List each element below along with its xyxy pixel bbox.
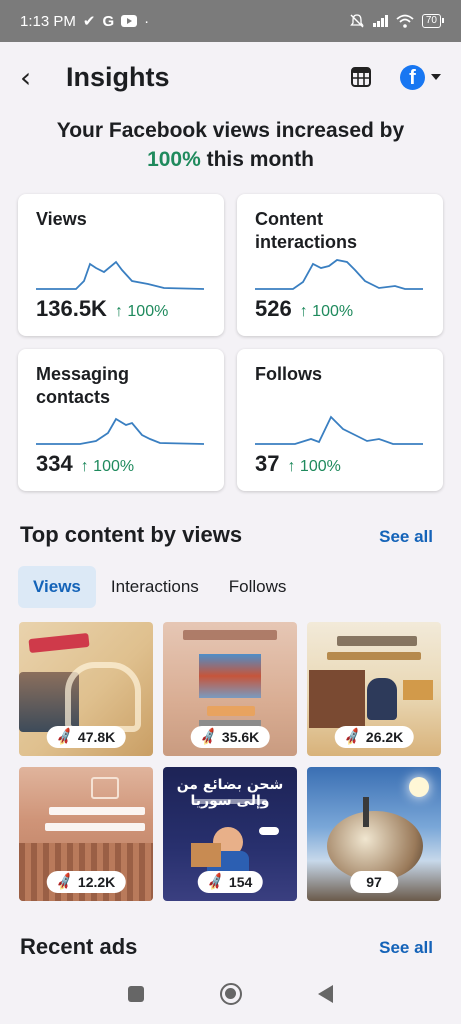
recent-ads-title: Recent ads xyxy=(20,934,138,959)
content-thumbnail[interactable]: 🚀 12.2K xyxy=(19,767,153,901)
content-interactions-value: 526 xyxy=(255,296,292,321)
signal-icon xyxy=(372,15,388,27)
battery-icon: 70 xyxy=(421,14,445,28)
notification-dot: · xyxy=(144,12,150,30)
content-thumbnail[interactable]: 🚀 26.2K xyxy=(307,622,441,756)
app-bar: ‹ Insights f xyxy=(0,42,461,112)
card-label: Messaging contacts xyxy=(36,364,130,407)
follows-card[interactable]: Follows 37 ↑ 100% xyxy=(237,349,443,491)
back-arrow-icon[interactable]: ‹ xyxy=(20,61,50,94)
rocket-icon: 🚀 xyxy=(205,871,226,892)
card-label: Follows xyxy=(255,364,322,384)
tab-follows[interactable]: Follows xyxy=(214,566,302,608)
content-thumbnail[interactable]: شحن بضائع من وإلى سوريا 🚀 154 xyxy=(163,767,297,901)
views-pill: 🚀 47.8K xyxy=(46,726,126,748)
top-content-tabs: Views Interactions Follows xyxy=(18,566,301,608)
views-pill: 97 xyxy=(350,871,398,893)
views-value: 136.5K xyxy=(36,296,107,321)
page-title: Insights xyxy=(66,61,170,92)
follows-sparkline xyxy=(255,415,423,445)
messaging-contacts-sparkline xyxy=(36,417,204,445)
messaging-contacts-change: ↑ 100% xyxy=(80,458,135,475)
card-label: Content interactions xyxy=(255,209,358,252)
status-bar: 1:13 PM ✔ G · 70 xyxy=(0,0,461,42)
back-icon[interactable] xyxy=(318,985,333,1003)
views-pill: 🚀 12.2K xyxy=(46,871,126,893)
follows-change: ↑ 100% xyxy=(287,458,341,475)
views-card[interactable]: Views 136.5K ↑ 100% xyxy=(18,194,224,336)
headline-line-2: 100% this month xyxy=(0,145,461,174)
wifi-icon xyxy=(396,14,414,28)
views-pill: 🚀 154 xyxy=(197,871,263,893)
follows-value: 37 xyxy=(255,451,280,476)
views-summary-headline: Your Facebook views increased by 100% th… xyxy=(0,116,461,174)
thumbnail-views: 154 xyxy=(228,874,253,890)
views-pill: 🚀 26.2K xyxy=(334,726,414,748)
system-navigation-bar xyxy=(0,964,461,1024)
content-interactions-sparkline xyxy=(255,259,423,290)
caret-down-icon xyxy=(431,74,441,80)
content-interactions-card[interactable]: Content interactions 526 ↑ 100% xyxy=(237,194,443,336)
thumbnail-views: 47.8K xyxy=(77,729,116,745)
recent-ads-see-all-link[interactable]: See all xyxy=(379,938,433,958)
top-content-title: Top content by views xyxy=(20,522,243,547)
tab-interactions[interactable]: Interactions xyxy=(96,566,214,608)
account-switcher[interactable]: f xyxy=(400,64,441,90)
card-label: Views xyxy=(36,209,87,229)
thumbnail-views: 12.2K xyxy=(77,874,116,890)
rocket-icon: 🚀 xyxy=(342,726,363,747)
thumbnail-views: 97 xyxy=(366,874,382,890)
content-thumbnail[interactable]: 🚀 35.6K xyxy=(163,622,297,756)
facebook-logo-icon: f xyxy=(400,64,425,90)
views-sparkline xyxy=(36,260,204,290)
views-change: ↑ 100% xyxy=(114,303,169,320)
content-interactions-change: ↑ 100% xyxy=(299,303,354,320)
messaging-contacts-value: 334 xyxy=(36,451,73,476)
mute-icon xyxy=(350,14,364,28)
home-icon[interactable] xyxy=(220,983,242,1005)
rocket-icon: 🚀 xyxy=(198,726,219,747)
content-thumbnail[interactable]: 97 xyxy=(307,767,441,901)
check-icon: ✔ xyxy=(82,13,96,30)
headline-suffix: this month xyxy=(200,148,314,171)
youtube-icon xyxy=(121,15,138,27)
thumbnail-views: 35.6K xyxy=(221,729,260,745)
content-thumbnail[interactable]: 🚀 47.8K xyxy=(19,622,153,756)
headline-line-1: Your Facebook views increased by xyxy=(56,119,405,142)
headline-percent: 100% xyxy=(147,148,201,171)
top-content-see-all-link[interactable]: See all xyxy=(379,527,433,547)
messaging-contacts-card[interactable]: Messaging contacts 334 ↑ 100% xyxy=(18,349,224,491)
recents-icon[interactable] xyxy=(128,986,144,1002)
rocket-icon: 🚀 xyxy=(54,871,75,892)
thumbnail-views: 26.2K xyxy=(365,729,404,745)
table-icon[interactable] xyxy=(350,66,372,88)
views-pill: 🚀 35.6K xyxy=(190,726,270,748)
tab-views[interactable]: Views xyxy=(18,566,96,608)
google-icon: G xyxy=(102,12,115,30)
rocket-icon: 🚀 xyxy=(54,726,75,747)
status-time: 1:13 PM xyxy=(20,12,76,30)
post-headline-text: شحن بضائع من وإلى سوريا xyxy=(176,777,284,809)
